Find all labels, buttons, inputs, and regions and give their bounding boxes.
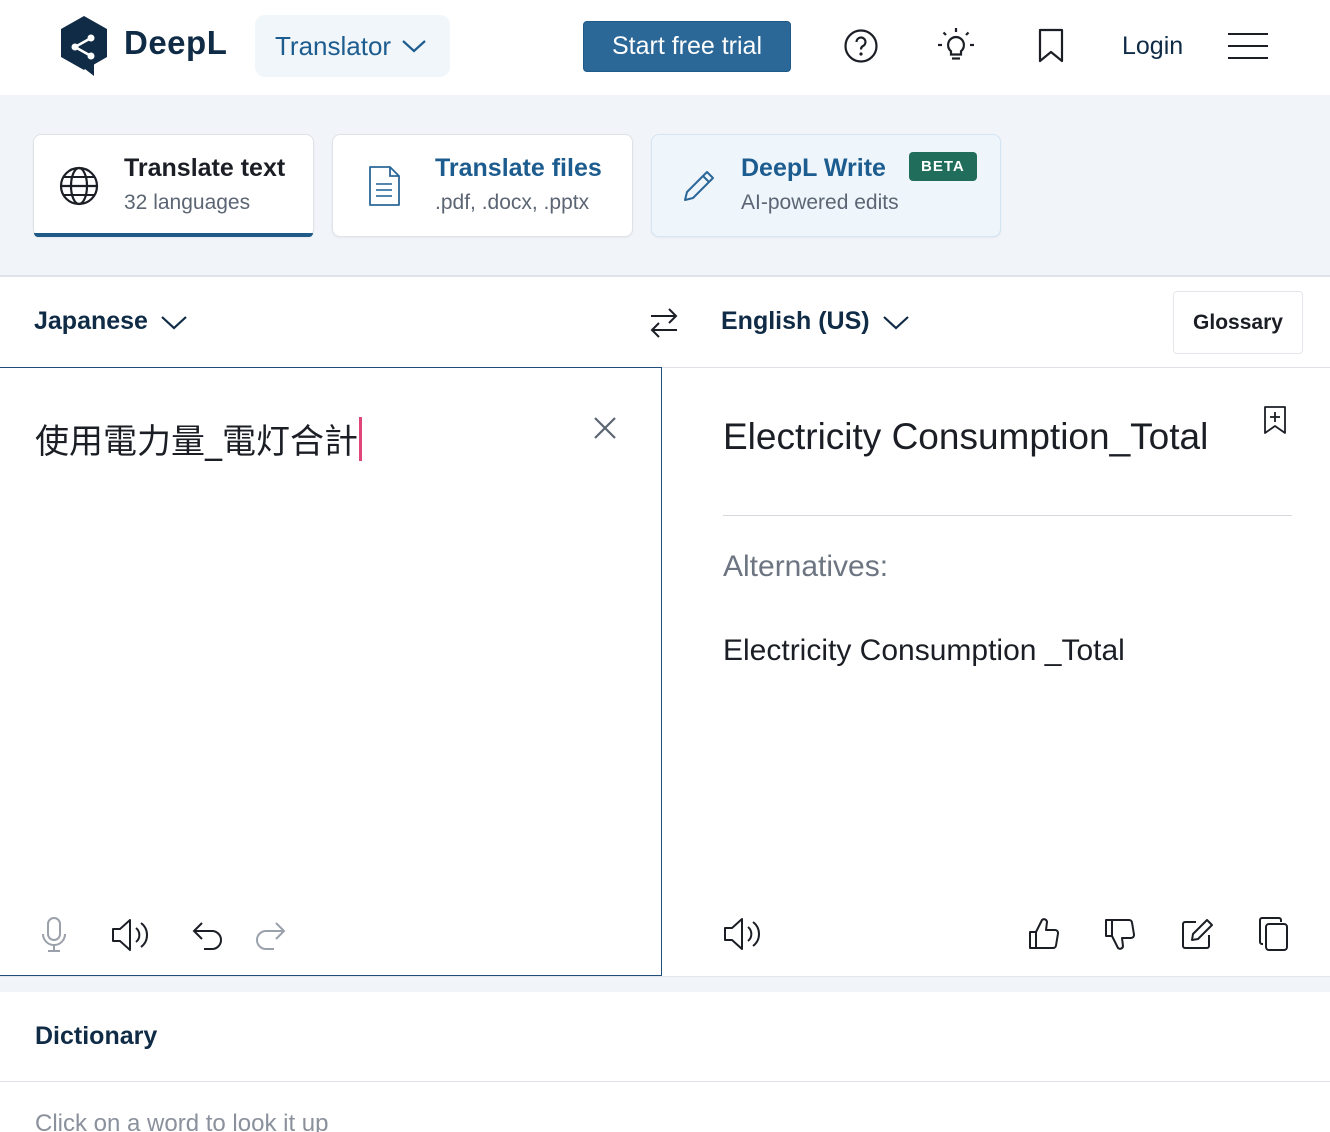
translate-files-title: Translate files: [435, 154, 602, 182]
translation-result[interactable]: Electricity Consumption_Total: [723, 416, 1208, 458]
chevron-down-icon: [882, 315, 909, 329]
brand-name: DeepL: [124, 24, 228, 61]
glossary-button[interactable]: Glossary: [1173, 291, 1303, 354]
redo-icon[interactable]: [249, 913, 293, 957]
active-tab-indicator: [34, 233, 313, 237]
mode-selector: Translate text 32 languages Translate fi…: [0, 95, 1330, 277]
copy-icon[interactable]: [1252, 912, 1296, 956]
clear-text-icon[interactable]: [589, 412, 621, 444]
dictionary-hint: Click on a word to look it up: [35, 1110, 329, 1132]
speaker-icon[interactable]: [720, 912, 764, 956]
translate-files-card[interactable]: Translate files .pdf, .docx, .pptx: [332, 134, 633, 237]
translate-files-subtitle: .pdf, .docx, .pptx: [435, 191, 590, 214]
add-bookmark-icon[interactable]: [1262, 405, 1292, 435]
source-text-input[interactable]: 使用電力量_電灯合計: [35, 414, 362, 463]
undo-icon[interactable]: [185, 913, 229, 957]
login-link[interactable]: Login: [1122, 32, 1183, 61]
microphone-icon[interactable]: [32, 913, 76, 957]
divider: [723, 515, 1292, 516]
help-icon[interactable]: [839, 24, 883, 68]
dictionary-header[interactable]: Dictionary: [0, 992, 1330, 1082]
source-text-value: 使用電力量_電灯合計: [35, 422, 358, 462]
target-language-selector[interactable]: English (US): [721, 307, 910, 336]
start-free-trial-button[interactable]: Start free trial: [583, 21, 791, 72]
source-text-pane[interactable]: 使用電力量_電灯合計: [0, 367, 662, 976]
section-divider: [0, 976, 1330, 992]
source-language-selector[interactable]: Japanese: [34, 307, 188, 336]
thumbs-down-icon[interactable]: [1098, 912, 1142, 956]
translate-text-subtitle: 32 languages: [124, 191, 251, 214]
language-bar: Japanese English (US) Glossary: [0, 277, 1330, 368]
translate-text-title: Translate text: [124, 154, 286, 182]
deepl-write-title: DeepL Write: [741, 154, 886, 182]
alternative-item[interactable]: Electricity Consumption _Total: [723, 634, 1125, 668]
translator-label: Translator: [275, 30, 392, 61]
chevron-down-icon: [161, 315, 187, 329]
target-text-pane: Electricity Consumption_Total Alternativ…: [662, 368, 1330, 976]
hamburger-menu-icon[interactable]: [1226, 24, 1270, 68]
alternatives-label: Alternatives:: [723, 550, 889, 583]
target-language-label: English (US): [721, 307, 870, 335]
deepl-logo-icon: [61, 16, 107, 76]
text-caret: [359, 416, 362, 461]
thumbs-up-icon[interactable]: [1022, 912, 1066, 956]
translate-text-card[interactable]: Translate text 32 languages: [33, 134, 314, 237]
document-icon: [359, 161, 409, 211]
pencil-icon: [674, 161, 724, 211]
dictionary-title: Dictionary: [35, 1022, 158, 1050]
swap-languages-icon[interactable]: [644, 303, 684, 343]
edit-icon[interactable]: [1175, 912, 1219, 956]
speaker-icon[interactable]: [108, 913, 152, 957]
deepl-write-card[interactable]: DeepL Write BETA AI-powered edits: [651, 134, 1001, 237]
lightbulb-icon[interactable]: [934, 24, 978, 68]
globe-icon: [54, 161, 104, 211]
bookmark-icon[interactable]: [1029, 24, 1073, 68]
deepl-write-subtitle: AI-powered edits: [741, 191, 899, 214]
deepl-logo[interactable]: [58, 14, 110, 78]
source-language-label: Japanese: [34, 307, 148, 335]
top-header: DeepL Translator Start free trial Login: [0, 0, 1330, 95]
chevron-down-icon: [402, 40, 426, 53]
beta-badge: BETA: [909, 152, 977, 181]
translator-dropdown[interactable]: Translator: [255, 15, 450, 77]
